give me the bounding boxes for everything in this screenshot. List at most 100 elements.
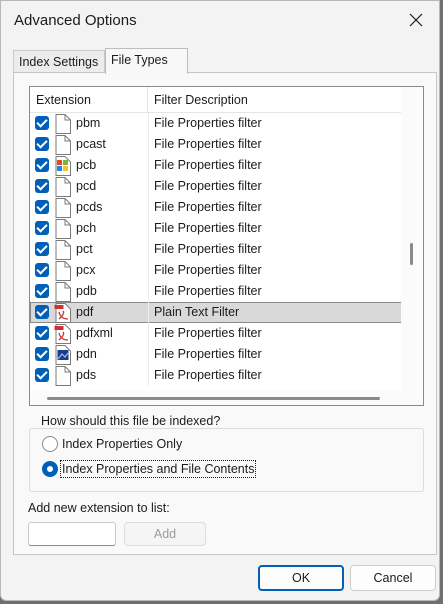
column-separator [148, 218, 149, 239]
horizontal-scrollbar[interactable] [30, 391, 402, 405]
row-extension: pdf [76, 305, 94, 319]
radio-properties-only-label: Index Properties Only [62, 437, 183, 451]
advanced-options-dialog: Advanced Options Index Settings File Typ… [0, 0, 440, 601]
column-separator [148, 239, 149, 260]
blank-file-icon [54, 114, 72, 134]
row-checkbox[interactable] [35, 116, 49, 130]
vertical-scrollbar[interactable] [401, 87, 423, 405]
image-file-icon [54, 345, 72, 365]
row-extension: pcb [76, 158, 97, 172]
list-row-pdn[interactable]: pdn File Properties filter [30, 344, 402, 365]
list-row-pdfxml[interactable]: pdfxml File Properties filter [30, 323, 402, 344]
column-separator [148, 281, 149, 302]
vertical-scroll-thumb[interactable] [410, 243, 413, 265]
row-filter-description: File Properties filter [154, 326, 262, 340]
row-filter-description: File Properties filter [154, 158, 262, 172]
tab-file-types[interactable]: File Types [105, 48, 188, 74]
list-row-pcx[interactable]: pcx File Properties filter [30, 260, 402, 281]
blank-file-icon [54, 261, 72, 281]
row-extension: pdb [76, 284, 97, 298]
row-checkbox[interactable] [35, 326, 49, 340]
list-row-pdb[interactable]: pdb File Properties filter [30, 281, 402, 302]
row-filter-description: File Properties filter [154, 347, 262, 361]
horizontal-scroll-thumb[interactable] [47, 397, 380, 400]
add-button[interactable]: Add [124, 522, 206, 546]
add-extension-label: Add new extension to list: [28, 501, 170, 515]
list-row-pdf[interactable]: pdf Plain Text Filter [30, 302, 402, 323]
row-extension: pdn [76, 347, 97, 361]
row-extension: pcds [76, 200, 103, 214]
pdf-file-icon [54, 324, 72, 344]
tab-index-settings[interactable]: Index Settings [13, 50, 105, 72]
blank-file-icon [54, 135, 72, 155]
index-method-label: How should this file be indexed? [37, 414, 225, 428]
row-checkbox[interactable] [35, 221, 49, 235]
row-filter-description: File Properties filter [154, 221, 262, 235]
row-extension: pcx [76, 263, 96, 277]
row-filter-description: File Properties filter [154, 200, 262, 214]
row-extension: pch [76, 221, 97, 235]
column-separator [148, 344, 149, 365]
radio-properties-only-circle[interactable] [42, 436, 58, 452]
row-checkbox[interactable] [35, 200, 49, 214]
row-checkbox[interactable] [35, 179, 49, 193]
row-checkbox[interactable] [35, 305, 49, 319]
list-row-pcd[interactable]: pcd File Properties filter [30, 176, 402, 197]
row-checkbox[interactable] [35, 347, 49, 361]
row-checkbox[interactable] [35, 284, 49, 298]
radio-properties-and-contents[interactable]: Index Properties and File Contents [42, 459, 257, 479]
list-row-pds[interactable]: pds File Properties filter [30, 365, 402, 386]
row-extension: pdfxml [76, 326, 113, 340]
row-extension: pcast [76, 137, 106, 151]
column-separator [148, 260, 149, 281]
radio-properties-and-contents-circle[interactable] [42, 461, 58, 477]
row-extension: pbm [76, 116, 101, 130]
row-filter-description: File Properties filter [154, 368, 262, 382]
column-header-filter-description[interactable]: Filter Description [148, 87, 402, 113]
column-separator [148, 155, 149, 176]
row-filter-description: File Properties filter [154, 116, 262, 130]
row-filter-description: File Properties filter [154, 179, 262, 193]
blank-file-icon [54, 219, 72, 239]
list-row-pcast[interactable]: pcast File Properties filter [30, 134, 402, 155]
blank-file-icon [54, 177, 72, 197]
add-extension-input[interactable] [28, 522, 116, 546]
blank-file-icon [54, 240, 72, 260]
list-row-pcb[interactable]: pcb File Properties filter [30, 155, 402, 176]
file-type-list[interactable]: Extension Filter Description pbm File Pro… [29, 86, 424, 406]
blank-file-icon [54, 198, 72, 218]
row-checkbox[interactable] [35, 158, 49, 172]
blank-file-icon [54, 366, 72, 386]
row-checkbox[interactable] [35, 137, 49, 151]
column-header-extension[interactable]: Extension [30, 87, 148, 113]
column-separator [148, 365, 149, 386]
column-separator [148, 302, 149, 323]
list-row-pcds[interactable]: pcds File Properties filter [30, 197, 402, 218]
dialog-title: Advanced Options [14, 12, 137, 29]
list-row-pct[interactable]: pct File Properties filter [30, 239, 402, 260]
row-checkbox[interactable] [35, 242, 49, 256]
column-separator [148, 197, 149, 218]
pdf-file-icon [54, 303, 72, 323]
row-extension: pct [76, 242, 93, 256]
column-separator [148, 323, 149, 344]
row-filter-description: File Properties filter [154, 242, 262, 256]
row-checkbox[interactable] [35, 263, 49, 277]
radio-properties-only[interactable]: Index Properties Only [42, 434, 182, 454]
row-filter-description: File Properties filter [154, 263, 262, 277]
row-filter-description: Plain Text Filter [154, 305, 240, 319]
close-button[interactable] [401, 5, 431, 35]
column-separator [148, 113, 149, 134]
file-types-panel: Extension Filter Description pbm File Pro… [13, 72, 437, 555]
cancel-button[interactable]: Cancel [350, 565, 436, 591]
radio-properties-and-contents-label: Index Properties and File Contents [59, 460, 257, 478]
row-checkbox[interactable] [35, 368, 49, 382]
row-extension: pcd [76, 179, 97, 193]
app-file-icon [54, 156, 72, 176]
list-row-pch[interactable]: pch File Properties filter [30, 218, 402, 239]
column-separator [148, 176, 149, 197]
list-row-pbm[interactable]: pbm File Properties filter [30, 113, 402, 134]
ok-button[interactable]: OK [258, 565, 344, 591]
list-rows: pbm File Properties filter pcast File Prope… [30, 113, 402, 386]
row-extension: pds [76, 368, 97, 382]
